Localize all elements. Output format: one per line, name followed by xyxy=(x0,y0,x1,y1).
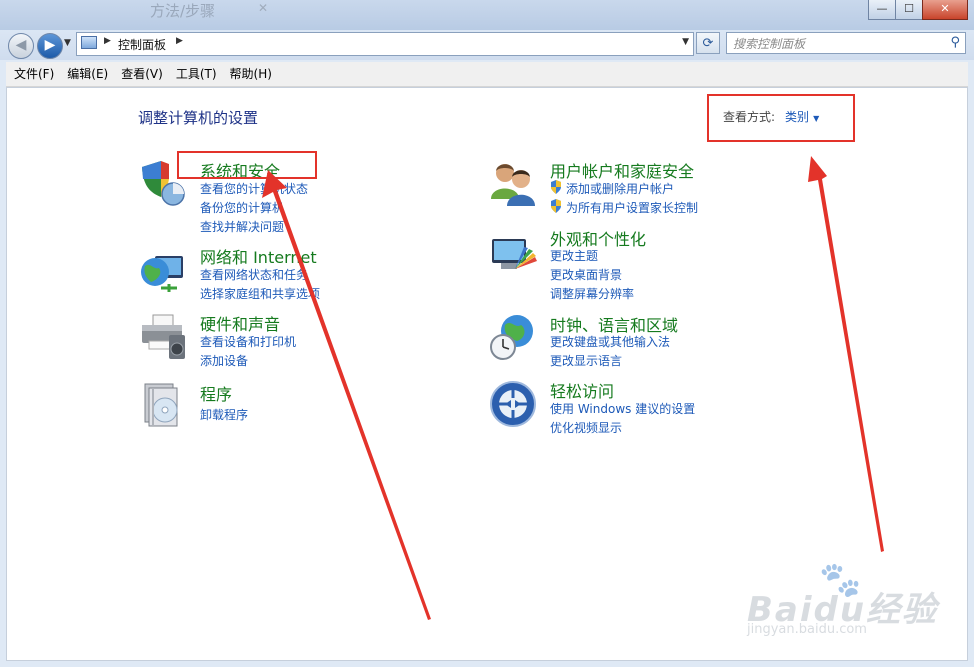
link-change-display-language[interactable]: 更改显示语言 xyxy=(550,352,622,369)
category-user-accounts-title[interactable]: 用户帐户和家庭安全 xyxy=(550,158,694,182)
search-input[interactable] xyxy=(733,35,943,53)
link-uninstall-program[interactable]: 卸载程序 xyxy=(200,406,248,423)
address-bar[interactable]: ▶ 控制面板 ▶ ▼ xyxy=(76,32,694,56)
recent-pages-dropdown-icon[interactable]: ▼ xyxy=(64,38,71,48)
link-devices-printers[interactable]: 查看设备和打印机 xyxy=(200,333,296,350)
link-change-keyboard[interactable]: 更改键盘或其他输入法 xyxy=(550,333,670,350)
search-box[interactable]: ⚲ xyxy=(726,32,966,54)
appearance-monitor-icon[interactable] xyxy=(489,233,537,281)
menu-edit[interactable]: 编辑(E) xyxy=(59,62,113,86)
watermark-url: jingyan.baidu.com xyxy=(747,622,867,637)
background-window-title: 方法/步骤 xyxy=(150,2,216,20)
clock-globe-icon[interactable] xyxy=(489,313,537,361)
link-change-desktop-background[interactable]: 更改桌面背景 xyxy=(550,266,622,283)
refresh-button[interactable]: ⟳ xyxy=(696,32,720,54)
printer-speaker-icon[interactable] xyxy=(139,313,187,361)
link-parental-controls[interactable]: 为所有用户设置家长控制 xyxy=(566,199,698,216)
address-dropdown-icon[interactable]: ▼ xyxy=(682,37,689,47)
menu-view[interactable]: 查看(V) xyxy=(113,62,168,86)
page-title: 调整计算机的设置 xyxy=(138,109,259,127)
link-add-remove-accounts[interactable]: 添加或删除用户帐户 xyxy=(566,180,674,197)
category-network-title[interactable]: 网络和 Internet xyxy=(200,244,317,268)
breadcrumb-control-panel[interactable]: 控制面板 xyxy=(118,36,166,53)
link-optimize-video-display[interactable]: 优化视频显示 xyxy=(550,419,622,436)
minimize-button[interactable]: — xyxy=(868,0,896,20)
highlight-view-by-box xyxy=(707,94,855,142)
ease-of-access-icon[interactable] xyxy=(489,380,537,428)
link-add-device[interactable]: 添加设备 xyxy=(200,352,248,369)
window-titlebar: 方法/步骤 ✕ — ☐ ✕ xyxy=(0,0,974,30)
back-button[interactable]: ◀ xyxy=(8,33,34,59)
link-change-theme[interactable]: 更改主题 xyxy=(550,247,598,264)
link-adjust-resolution[interactable]: 调整屏幕分辨率 xyxy=(550,285,634,302)
breadcrumb-arrow-icon[interactable]: ▶ xyxy=(104,36,111,46)
menu-tools[interactable]: 工具(T) xyxy=(168,62,222,86)
users-icon[interactable] xyxy=(489,159,537,207)
highlight-system-security-box xyxy=(177,151,317,179)
link-troubleshoot[interactable]: 查找并解决问题 xyxy=(200,218,284,235)
programs-cd-icon[interactable] xyxy=(139,380,187,428)
network-globe-icon[interactable] xyxy=(139,248,187,296)
search-icon[interactable]: ⚲ xyxy=(950,35,960,50)
baidu-watermark: 🐾 Baidu经验 jingyan.baidu.com xyxy=(747,560,974,660)
link-view-computer-status[interactable]: 查看您的计算机状态 xyxy=(200,180,308,197)
link-network-status[interactable]: 查看网络状态和任务 xyxy=(200,266,308,283)
breadcrumb-arrow-icon[interactable]: ▶ xyxy=(176,36,183,46)
category-hardware-sound-title[interactable]: 硬件和声音 xyxy=(200,311,280,335)
menu-help[interactable]: 帮助(H) xyxy=(222,62,277,86)
link-windows-recommended-settings[interactable]: 使用 Windows 建议的设置 xyxy=(550,400,695,417)
category-ease-of-access-title[interactable]: 轻松访问 xyxy=(550,378,614,402)
background-window-close-icon: ✕ xyxy=(258,1,269,15)
menu-file[interactable]: 文件(F) xyxy=(6,62,59,86)
link-homegroup-sharing[interactable]: 选择家庭组和共享选项 xyxy=(200,285,320,302)
forward-button[interactable]: ▶ xyxy=(37,33,63,59)
link-backup-computer[interactable]: 备份您的计算机 xyxy=(200,199,284,216)
maximize-button[interactable]: ☐ xyxy=(895,0,923,20)
menu-bar: 文件(F) 编辑(E) 查看(V) 工具(T) 帮助(H) xyxy=(6,62,968,87)
close-button[interactable]: ✕ xyxy=(922,0,968,20)
control-panel-icon xyxy=(81,36,97,49)
uac-shield-icon xyxy=(551,180,561,194)
category-programs-title[interactable]: 程序 xyxy=(200,381,232,405)
uac-shield-icon xyxy=(551,199,561,213)
